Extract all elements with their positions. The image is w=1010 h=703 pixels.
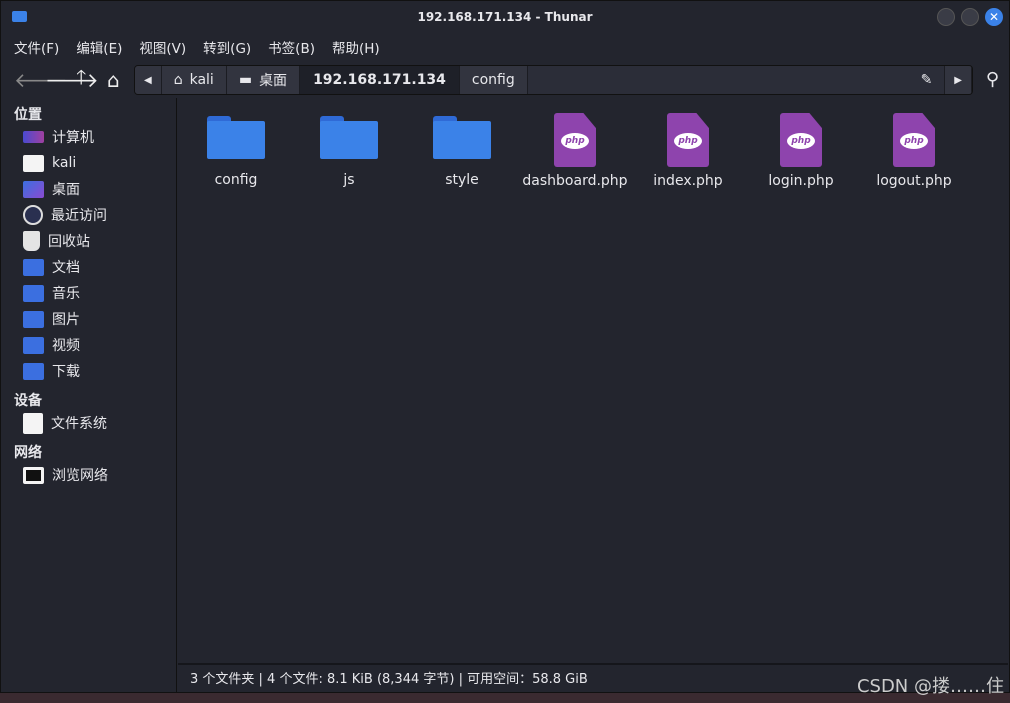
menu-help[interactable]: 帮助(H) bbox=[332, 37, 380, 57]
sidebar-label: 视频 bbox=[52, 338, 80, 354]
crumb-kali[interactable]: ⌂ kali bbox=[161, 66, 227, 94]
php-badge: php bbox=[674, 133, 702, 149]
sidebar-label: 最近访问 bbox=[51, 208, 107, 224]
sidebar-item-home[interactable]: kali bbox=[1, 150, 176, 176]
back-arrow-icon[interactable]: 🡐 bbox=[14, 68, 68, 92]
search-icon[interactable]: ⚲ bbox=[986, 69, 999, 90]
sidebar-item-browse-network[interactable]: 浏览网络 bbox=[1, 462, 176, 488]
trash-icon bbox=[23, 231, 40, 251]
file-item-dashboard-php[interactable]: php dashboard.php bbox=[520, 113, 630, 189]
crumb-desktop[interactable]: ▬ 桌面 bbox=[226, 66, 301, 94]
sidebar-item-downloads[interactable]: 下载 bbox=[1, 358, 176, 384]
up-arrow-icon[interactable]: 🡑 bbox=[76, 63, 107, 97]
file-name: js bbox=[343, 172, 355, 188]
file-item-logout-php[interactable]: php logout.php bbox=[859, 113, 969, 189]
menubar: 文件(F) 编辑(E) 视图(V) 转到(G) 书签(B) 帮助(H) bbox=[1, 32, 1009, 62]
crumb-config[interactable]: config bbox=[459, 66, 528, 94]
php-file-icon: php bbox=[780, 113, 822, 167]
php-file-icon: php bbox=[667, 113, 709, 167]
sidebar-item-recent[interactable]: 最近访问 bbox=[1, 202, 176, 228]
minimize-button[interactable] bbox=[937, 8, 955, 26]
sidebar-item-videos[interactable]: 视频 bbox=[1, 332, 176, 358]
folder-icon bbox=[320, 112, 378, 159]
crumb-label: kali bbox=[189, 72, 214, 88]
php-badge: php bbox=[900, 133, 928, 149]
sidebar-label: kali bbox=[52, 155, 77, 171]
path-scroll-right-button[interactable]: ▶ bbox=[945, 66, 972, 94]
pictures-folder-icon bbox=[23, 310, 44, 328]
file-name: index.php bbox=[653, 173, 723, 189]
desktop-icon bbox=[23, 180, 44, 198]
titlebar: 192.168.171.134 - Thunar ✕ bbox=[1, 1, 1009, 32]
computer-icon bbox=[23, 131, 44, 143]
crumb-host[interactable]: 192.168.171.134 bbox=[300, 66, 460, 94]
videos-folder-icon bbox=[23, 336, 44, 354]
file-item-login-php[interactable]: php login.php bbox=[746, 113, 856, 189]
pencil-icon: ✎ bbox=[920, 72, 933, 88]
folder-icon bbox=[207, 112, 265, 159]
sidebar-item-documents[interactable]: 文档 bbox=[1, 254, 176, 280]
downloads-folder-icon bbox=[23, 362, 44, 380]
documents-folder-icon bbox=[23, 258, 44, 276]
home-icon: ⌂ bbox=[173, 72, 183, 88]
sidebar-item-pictures[interactable]: 图片 bbox=[1, 306, 176, 332]
php-file-icon: php bbox=[554, 113, 596, 167]
folder-app-icon bbox=[12, 11, 27, 22]
sidebar-item-computer[interactable]: 计算机 bbox=[1, 124, 176, 150]
php-badge: php bbox=[787, 133, 815, 149]
clock-icon bbox=[23, 205, 43, 225]
sidebar-item-desktop[interactable]: 桌面 bbox=[1, 176, 176, 202]
crumb-label: 桌面 bbox=[259, 73, 288, 89]
places-heading: 位置 bbox=[14, 107, 42, 123]
music-folder-icon bbox=[23, 284, 44, 302]
file-item-js[interactable]: js bbox=[294, 112, 404, 188]
sidebar-label: 音乐 bbox=[52, 286, 80, 302]
path-scroll-left-button[interactable]: ◀ bbox=[135, 66, 162, 94]
forward-arrow-icon[interactable]: 🡒 bbox=[45, 68, 99, 92]
php-badge: php bbox=[561, 133, 589, 149]
edit-location-button[interactable]: ✎ bbox=[527, 66, 946, 94]
devices-heading: 设备 bbox=[14, 393, 42, 409]
drive-icon bbox=[23, 412, 43, 434]
folder-icon bbox=[433, 112, 491, 159]
home-folder-icon bbox=[23, 154, 44, 172]
sidebar-label: 图片 bbox=[52, 312, 80, 328]
sidebar-label: 下载 bbox=[52, 364, 80, 380]
sidebar: 位置 计算机 kali 桌面 最近访问 回收站 文档 音乐 图片 视频 下载 设… bbox=[1, 98, 177, 693]
file-item-index-php[interactable]: php index.php bbox=[633, 113, 743, 189]
sidebar-label: 浏览网络 bbox=[52, 468, 108, 484]
network-icon bbox=[23, 466, 44, 484]
php-file-icon: php bbox=[893, 113, 935, 167]
menu-bookmarks[interactable]: 书签(B) bbox=[268, 37, 315, 57]
sidebar-item-music[interactable]: 音乐 bbox=[1, 280, 176, 306]
file-name: login.php bbox=[768, 173, 834, 189]
window-title: 192.168.171.134 - Thunar bbox=[417, 9, 593, 24]
file-name: dashboard.php bbox=[522, 173, 628, 189]
file-item-style[interactable]: style bbox=[407, 112, 517, 188]
sidebar-item-filesystem[interactable]: 文件系统 bbox=[1, 410, 176, 436]
watermark: CSDN @搂……住 bbox=[856, 676, 1004, 697]
sidebar-label: 文档 bbox=[52, 260, 80, 276]
menu-edit[interactable]: 编辑(E) bbox=[76, 37, 122, 57]
thunar-window: 192.168.171.134 - Thunar ✕ 文件(F) 编辑(E) 视… bbox=[0, 0, 1010, 693]
sidebar-item-trash[interactable]: 回收站 bbox=[1, 228, 176, 254]
desktop-icon: ▬ bbox=[238, 72, 253, 88]
path-bar: ◀ ⌂ kali ▬ 桌面 192.168.171.134 config ✎ ▶ bbox=[134, 65, 973, 95]
sidebar-label: 计算机 bbox=[52, 130, 94, 146]
close-button[interactable]: ✕ bbox=[985, 8, 1003, 26]
file-name: style bbox=[445, 172, 479, 188]
network-heading: 网络 bbox=[14, 445, 42, 461]
file-name: config bbox=[214, 172, 258, 188]
sidebar-label: 桌面 bbox=[52, 182, 80, 198]
toolbar: 🡐 🡒 🡑 ⌂ ◀ ⌂ kali ▬ 桌面 192.168.171.134 conf… bbox=[1, 62, 1009, 98]
sidebar-label: 回收站 bbox=[48, 234, 90, 250]
file-item-config[interactable]: config bbox=[181, 112, 291, 188]
sidebar-label: 文件系统 bbox=[51, 416, 107, 432]
maximize-button[interactable] bbox=[961, 8, 979, 26]
file-name: logout.php bbox=[876, 173, 952, 189]
file-view: config js style php dashboard.php php inde… bbox=[178, 98, 1008, 663]
menu-view[interactable]: 视图(V) bbox=[139, 37, 186, 57]
menu-file[interactable]: 文件(F) bbox=[14, 37, 59, 57]
menu-go[interactable]: 转到(G) bbox=[203, 37, 251, 57]
